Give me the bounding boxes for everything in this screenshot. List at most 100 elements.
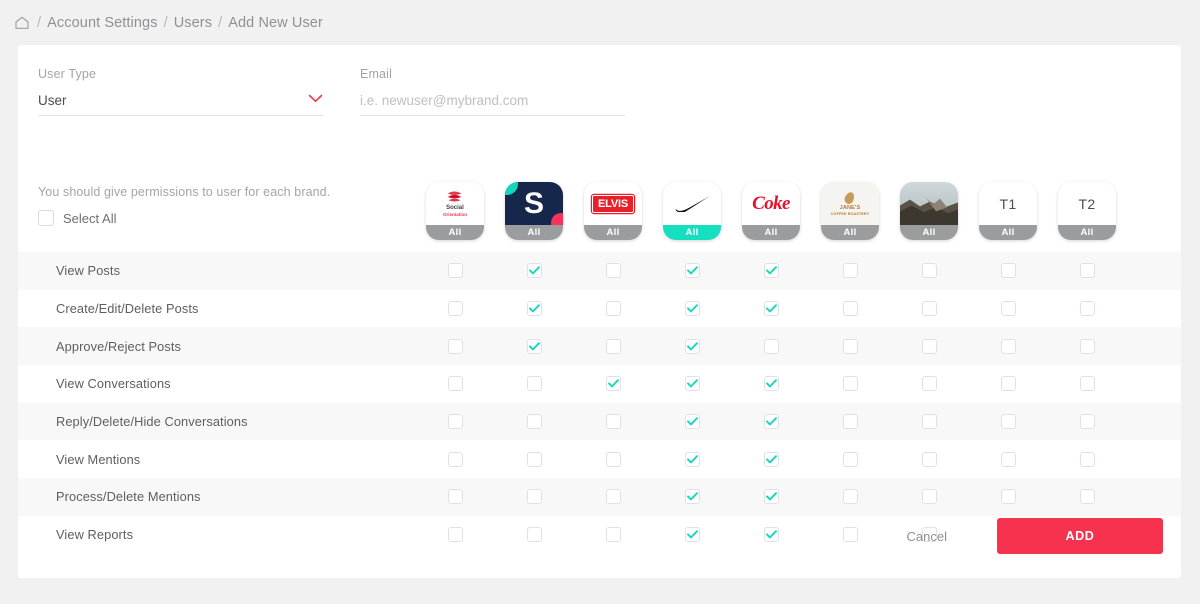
brand-column-nike[interactable]: All: [663, 182, 721, 240]
permission-checkbox[interactable]: [1000, 451, 1016, 467]
permission-checkbox[interactable]: [842, 451, 858, 467]
brand-all-label[interactable]: All: [426, 225, 484, 240]
permission-checkbox[interactable]: [447, 338, 463, 354]
permission-checkbox[interactable]: [842, 527, 858, 543]
permission-checkbox[interactable]: [1000, 414, 1016, 430]
permission-checkbox[interactable]: [605, 338, 621, 354]
permission-checkbox[interactable]: [526, 527, 542, 543]
permission-checkbox[interactable]: [842, 414, 858, 430]
permission-checkbox[interactable]: [921, 301, 937, 317]
permission-checkbox[interactable]: [842, 338, 858, 354]
permission-checkbox[interactable]: [921, 338, 937, 354]
permission-checkbox[interactable]: [684, 338, 700, 354]
permission-checkbox[interactable]: [921, 451, 937, 467]
permission-checkbox[interactable]: [1079, 263, 1095, 279]
permission-checkbox[interactable]: [526, 489, 542, 505]
select-all-row[interactable]: Select All: [38, 210, 116, 226]
brand-tile[interactable]: Coke All: [742, 182, 800, 240]
brand-column-photo[interactable]: All: [900, 182, 958, 240]
permission-checkbox[interactable]: [684, 451, 700, 467]
permission-checkbox[interactable]: [447, 263, 463, 279]
permission-checkbox[interactable]: [526, 301, 542, 317]
permission-checkbox[interactable]: [1079, 451, 1095, 467]
select-all-checkbox[interactable]: [38, 210, 54, 226]
brand-all-label[interactable]: All: [1058, 225, 1116, 240]
breadcrumb-item-account-settings[interactable]: Account Settings: [47, 15, 157, 31]
brand-tile[interactable]: T1 All: [979, 182, 1037, 240]
brand-column-elvis[interactable]: ELVIS All: [584, 182, 642, 240]
email-input[interactable]: [360, 93, 625, 116]
permission-checkbox[interactable]: [842, 263, 858, 279]
cancel-button[interactable]: Cancel: [897, 521, 957, 552]
permission-checkbox[interactable]: [842, 489, 858, 505]
home-icon[interactable]: [14, 15, 30, 31]
brand-all-label[interactable]: All: [821, 225, 879, 240]
brand-all-label[interactable]: All: [979, 225, 1037, 240]
add-button[interactable]: ADD: [997, 518, 1163, 554]
permission-checkbox[interactable]: [605, 414, 621, 430]
brand-column-janes-coffee[interactable]: JANE'S COFFEE ROASTERY All: [821, 182, 879, 240]
permission-checkbox[interactable]: [1079, 301, 1095, 317]
permission-checkbox[interactable]: [447, 527, 463, 543]
permission-checkbox[interactable]: [605, 489, 621, 505]
permission-checkbox[interactable]: [921, 263, 937, 279]
permission-checkbox[interactable]: [605, 527, 621, 543]
permission-checkbox[interactable]: [763, 376, 779, 392]
brand-column-t2[interactable]: T2 All: [1058, 182, 1116, 240]
permission-checkbox[interactable]: [526, 263, 542, 279]
brand-tile[interactable]: JANE'S COFFEE ROASTERY All: [821, 182, 879, 240]
permission-checkbox[interactable]: [526, 376, 542, 392]
permission-checkbox[interactable]: [921, 376, 937, 392]
permission-checkbox[interactable]: [1000, 376, 1016, 392]
brand-tile[interactable]: All: [900, 182, 958, 240]
brand-tile[interactable]: All: [663, 182, 721, 240]
permission-checkbox[interactable]: [605, 376, 621, 392]
brand-all-label[interactable]: All: [742, 225, 800, 240]
permission-checkbox[interactable]: [447, 451, 463, 467]
permission-checkbox[interactable]: [447, 414, 463, 430]
permission-checkbox[interactable]: [684, 527, 700, 543]
permission-checkbox[interactable]: [605, 301, 621, 317]
breadcrumb-item-users[interactable]: Users: [174, 15, 212, 31]
permission-checkbox[interactable]: [684, 414, 700, 430]
brand-all-label[interactable]: All: [584, 225, 642, 240]
permission-checkbox[interactable]: [763, 489, 779, 505]
brand-all-label[interactable]: All: [900, 225, 958, 240]
permission-checkbox[interactable]: [763, 338, 779, 354]
brand-all-label[interactable]: All: [505, 225, 563, 240]
permission-checkbox[interactable]: [763, 451, 779, 467]
user-type-select[interactable]: [38, 93, 323, 116]
brand-tile[interactable]: S All: [505, 182, 563, 240]
permission-checkbox[interactable]: [1079, 338, 1095, 354]
permission-checkbox[interactable]: [526, 414, 542, 430]
permission-checkbox[interactable]: [763, 263, 779, 279]
permission-checkbox[interactable]: [447, 489, 463, 505]
permission-checkbox[interactable]: [1000, 489, 1016, 505]
permission-checkbox[interactable]: [684, 263, 700, 279]
permission-checkbox[interactable]: [1079, 489, 1095, 505]
permission-checkbox[interactable]: [921, 489, 937, 505]
permission-checkbox[interactable]: [1000, 263, 1016, 279]
permission-checkbox[interactable]: [1079, 376, 1095, 392]
permission-checkbox[interactable]: [605, 451, 621, 467]
brand-all-label[interactable]: All: [663, 225, 721, 240]
permission-checkbox[interactable]: [921, 414, 937, 430]
brand-column-social-orientation[interactable]: Social Orientation All: [426, 182, 484, 240]
permission-checkbox[interactable]: [526, 338, 542, 354]
brand-tile[interactable]: Social Orientation All: [426, 182, 484, 240]
permission-checkbox[interactable]: [763, 301, 779, 317]
permission-checkbox[interactable]: [605, 263, 621, 279]
brand-column-s-brand[interactable]: S All: [505, 182, 563, 240]
brand-tile[interactable]: T2 All: [1058, 182, 1116, 240]
brand-column-t1[interactable]: T1 All: [979, 182, 1037, 240]
permission-checkbox[interactable]: [763, 527, 779, 543]
brand-column-coke[interactable]: Coke All: [742, 182, 800, 240]
permission-checkbox[interactable]: [684, 376, 700, 392]
permission-checkbox[interactable]: [447, 301, 463, 317]
permission-checkbox[interactable]: [447, 376, 463, 392]
permission-checkbox[interactable]: [1079, 414, 1095, 430]
permission-checkbox[interactable]: [1000, 301, 1016, 317]
permission-checkbox[interactable]: [1000, 338, 1016, 354]
permission-checkbox[interactable]: [526, 451, 542, 467]
permission-checkbox[interactable]: [684, 489, 700, 505]
